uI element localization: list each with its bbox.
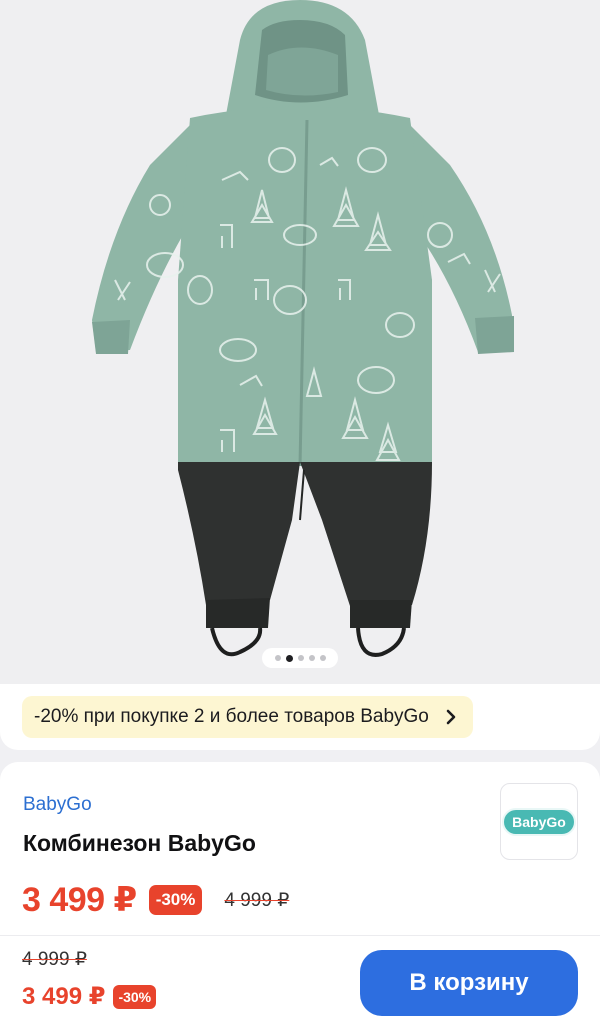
buybar-discount-badge: -30% bbox=[113, 984, 157, 1009]
promo-section: -20% при покупке 2 и более товаров BabyG… bbox=[0, 684, 600, 750]
product-gallery[interactable] bbox=[0, 0, 600, 684]
product-title: Комбинезон BabyGo bbox=[23, 830, 256, 856]
buybar-old-price: 4 999 ₽ bbox=[22, 949, 87, 970]
buybar-price-row: 3 499 ₽ -30% bbox=[22, 982, 157, 1011]
pagination-dot[interactable] bbox=[308, 655, 315, 661]
buy-bar: 4 999 ₽ 3 499 ₽ -30% В корзину bbox=[0, 935, 600, 1025]
current-price: 3 499 ₽ bbox=[22, 881, 137, 919]
old-price: 4 999 ₽ bbox=[224, 889, 290, 911]
buybar-price: 3 499 ₽ bbox=[22, 983, 106, 1010]
discount-badge: -30% bbox=[148, 885, 203, 915]
gallery-pagination[interactable] bbox=[262, 648, 338, 668]
brand-logo[interactable]: BabyGo bbox=[500, 783, 578, 860]
promo-banner[interactable]: -20% при покупке 2 и более товаров BabyG… bbox=[22, 696, 473, 738]
pagination-dot-active[interactable] bbox=[285, 654, 293, 662]
chevron-right-icon bbox=[446, 709, 456, 725]
pagination-dot[interactable] bbox=[319, 655, 326, 661]
product-image bbox=[92, 0, 514, 657]
promo-text: -20% при покупке 2 и более товаров BabyG… bbox=[34, 706, 429, 727]
price-row: 3 499 ₽ -30% 4 999 ₽ bbox=[22, 880, 289, 920]
pagination-dot[interactable] bbox=[274, 655, 281, 661]
brand-logo-text: BabyGo bbox=[502, 807, 576, 836]
brand-link[interactable]: BabyGo bbox=[23, 794, 92, 816]
pagination-dot[interactable] bbox=[297, 655, 304, 661]
add-to-cart-button[interactable]: В корзину bbox=[360, 950, 578, 1016]
